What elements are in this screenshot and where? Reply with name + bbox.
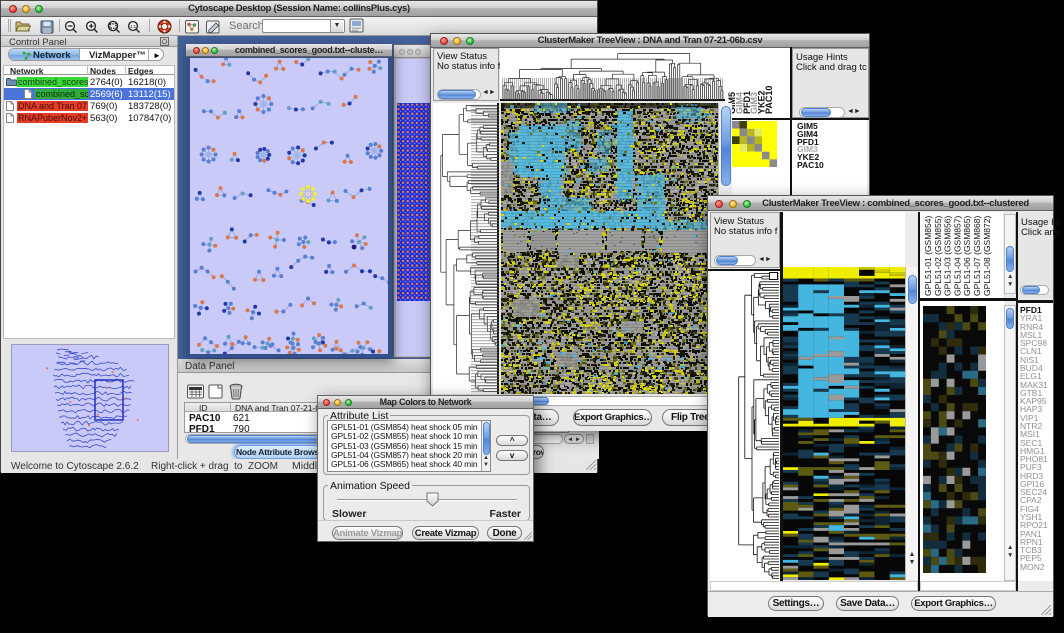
svg-text:GPL51-02 (GSM855): GPL51-02 (GSM855)	[933, 216, 943, 296]
svg-text:GPL51-01 (GSM854): GPL51-01 (GSM854)	[923, 216, 933, 296]
svg-text:1:1: 1:1	[130, 24, 137, 29]
svg-text:GPL51-07 (GSM868): GPL51-07 (GSM868)	[972, 216, 982, 296]
svg-text:GPL51-03 (GSM856): GPL51-03 (GSM856)	[943, 216, 953, 296]
svg-text:GPL51-04 (GSM857): GPL51-04 (GSM857)	[952, 216, 962, 296]
svg-text:GPL51-06 (GSM865): GPL51-06 (GSM865)	[962, 216, 972, 296]
svg-text:GPL51-08 (GSM872): GPL51-08 (GSM872)	[982, 216, 992, 296]
svg-text:PAC10: PAC10	[764, 86, 774, 114]
